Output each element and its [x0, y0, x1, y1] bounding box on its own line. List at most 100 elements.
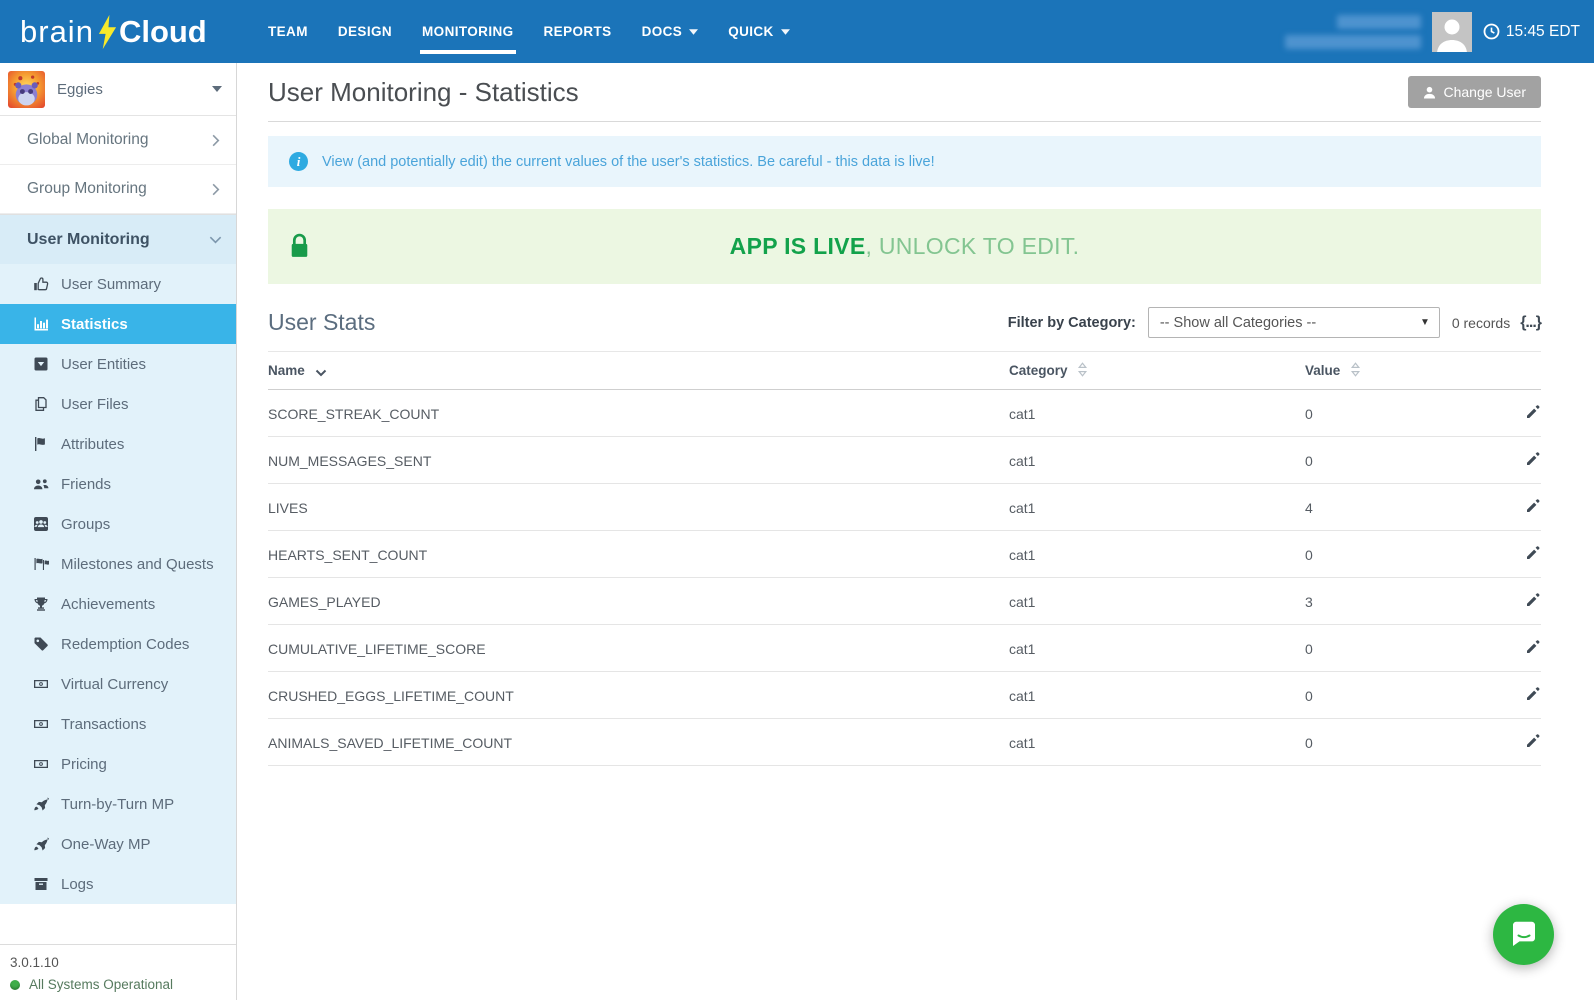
archive-icon [33, 876, 50, 892]
sidebar-item-friends[interactable]: Friends [0, 464, 236, 504]
sidebar-item-attributes[interactable]: Attributes [0, 424, 236, 464]
column-header-name[interactable]: Name [268, 352, 1009, 390]
sidebar-item-user-entities[interactable]: User Entities [0, 344, 236, 384]
sidebar-item-user-files[interactable]: User Files [0, 384, 236, 424]
stat-name-cell: ANIMALS_SAVED_LIFETIME_COUNT [268, 719, 1009, 766]
users-icon [33, 476, 50, 492]
sort-both-icon [1350, 362, 1361, 380]
main-nav-tabs: TEAMDESIGNMONITORINGREPORTSDOCSQUICK [253, 0, 805, 63]
chat-bubble-icon [1509, 919, 1539, 950]
stat-category-cell: cat1 [1009, 531, 1305, 578]
sidebar-item-transactions[interactable]: Transactions [0, 704, 236, 744]
sidebar-item-statistics[interactable]: Statistics [0, 304, 236, 344]
table-row: SCORE_STREAK_COUNT cat1 0 [268, 390, 1541, 437]
raw-json-toggle[interactable]: {...} [1520, 314, 1541, 332]
sidebar-item-user-monitoring[interactable]: User Monitoring [0, 214, 236, 264]
sidebar-item-turn-by-turn-mp[interactable]: Turn-by-Turn MP [0, 784, 236, 824]
money-icon [33, 756, 50, 772]
page-header: User Monitoring - Statistics Change User [268, 76, 1541, 108]
nav-tab-reports[interactable]: REPORTS [529, 0, 627, 63]
column-header-value[interactable]: Value [1305, 352, 1481, 390]
chevron-down-icon [208, 232, 223, 247]
stat-value-cell: 0 [1305, 625, 1481, 672]
stat-name-cell: NUM_MESSAGES_SENT [268, 437, 1009, 484]
sidebar-item-pricing[interactable]: Pricing [0, 744, 236, 784]
sidebar-item-group-monitoring[interactable]: Group Monitoring [0, 165, 236, 214]
chat-launcher-button[interactable] [1493, 904, 1554, 965]
sidebar-item-one-way-mp[interactable]: One-Way MP [0, 824, 236, 864]
stats-header: User Stats Filter by Category: -- Show a… [268, 307, 1541, 338]
page-title: User Monitoring - Statistics [268, 77, 579, 108]
files-icon [33, 396, 50, 412]
lock-icon[interactable] [288, 233, 311, 260]
stat-name-cell: CRUSHED_EGGS_LIFETIME_COUNT [268, 672, 1009, 719]
user-monitoring-submenu: User Summary Statistics User Entities Us… [0, 264, 236, 904]
sidebar-item-virtual-currency[interactable]: Virtual Currency [0, 664, 236, 704]
money-icon [33, 676, 50, 692]
braincloud-logo[interactable]: brain Cloud [0, 14, 225, 50]
stat-category-cell: cat1 [1009, 625, 1305, 672]
stat-value-cell: 0 [1305, 437, 1481, 484]
table-row: CRUSHED_EGGS_LIFETIME_COUNT cat1 0 [268, 672, 1541, 719]
flags-icon [33, 556, 50, 572]
table-row: NUM_MESSAGES_SENT cat1 0 [268, 437, 1541, 484]
money-icon [33, 716, 50, 732]
sidebar-item-groups[interactable]: Groups [0, 504, 236, 544]
sidebar: Eggies Global Monitoring Group Monitorin… [0, 63, 237, 1000]
stat-name-cell: HEARTS_SENT_COUNT [268, 531, 1009, 578]
stat-value-cell: 0 [1305, 531, 1481, 578]
clock-icon [1483, 23, 1500, 40]
avatar[interactable] [1432, 12, 1472, 52]
edit-pencil-icon[interactable] [1525, 451, 1541, 467]
top-nav: brain Cloud TEAMDESIGNMONITORINGREPORTSD… [0, 0, 1594, 63]
category-filter-select[interactable]: -- Show all Categories -- ▼ [1148, 307, 1440, 338]
stat-category-cell: cat1 [1009, 484, 1305, 531]
app-live-rest: , UNLOCK TO EDIT. [865, 233, 1079, 259]
sort-desc-icon [315, 365, 327, 380]
table-row: GAMES_PLAYED cat1 3 [268, 578, 1541, 625]
rocket-icon [33, 796, 50, 812]
app-selector[interactable]: Eggies [0, 63, 236, 116]
edit-pencil-icon[interactable] [1525, 733, 1541, 749]
edit-pencil-icon[interactable] [1525, 404, 1541, 420]
stat-category-cell: cat1 [1009, 578, 1305, 625]
edit-pencil-icon[interactable] [1525, 592, 1541, 608]
tag-icon [33, 636, 50, 652]
logo-brain-text: brain [20, 14, 94, 50]
nav-tab-quick[interactable]: QUICK [713, 0, 805, 63]
sidebar-item-milestones-and-quests[interactable]: Milestones and Quests [0, 544, 236, 584]
edit-pencil-icon[interactable] [1525, 498, 1541, 514]
nav-tab-docs[interactable]: DOCS [627, 0, 714, 63]
column-header-category[interactable]: Category [1009, 352, 1305, 390]
time-text: 15:45 EDT [1506, 23, 1580, 41]
edit-pencil-icon[interactable] [1525, 639, 1541, 655]
bar-chart-icon [33, 316, 50, 332]
sidebar-item-logs[interactable]: Logs [0, 864, 236, 904]
table-row: HEARTS_SENT_COUNT cat1 0 [268, 531, 1541, 578]
rocket-icon [33, 836, 50, 852]
record-count: 0 records [1452, 315, 1510, 331]
sidebar-item-redemption-codes[interactable]: Redemption Codes [0, 624, 236, 664]
filter-area: Filter by Category: -- Show all Categori… [1008, 307, 1541, 338]
sidebar-item-achievements[interactable]: Achievements [0, 584, 236, 624]
table-row: LIVES cat1 4 [268, 484, 1541, 531]
column-header-actions [1481, 352, 1541, 390]
sidebar-item-global-monitoring[interactable]: Global Monitoring [0, 116, 236, 165]
nav-tab-monitoring[interactable]: MONITORING [407, 0, 529, 63]
info-banner-text: View (and potentially edit) the current … [322, 154, 935, 170]
caret-down-icon [689, 29, 698, 35]
edit-pencil-icon[interactable] [1525, 686, 1541, 702]
thumbs-up-icon [33, 276, 50, 292]
change-user-button[interactable]: Change User [1408, 76, 1542, 108]
nav-tab-team[interactable]: TEAM [253, 0, 323, 63]
nav-tab-design[interactable]: DESIGN [323, 0, 407, 63]
stat-name-cell: LIVES [268, 484, 1009, 531]
caret-down-icon [212, 86, 222, 92]
edit-pencil-icon[interactable] [1525, 545, 1541, 561]
group-label: User Monitoring [27, 231, 150, 249]
system-status[interactable]: All Systems Operational [10, 977, 226, 992]
server-time: 15:45 EDT [1483, 23, 1580, 41]
stat-value-cell: 0 [1305, 390, 1481, 437]
sidebar-item-user-summary[interactable]: User Summary [0, 264, 236, 304]
app-name: Eggies [57, 81, 103, 98]
